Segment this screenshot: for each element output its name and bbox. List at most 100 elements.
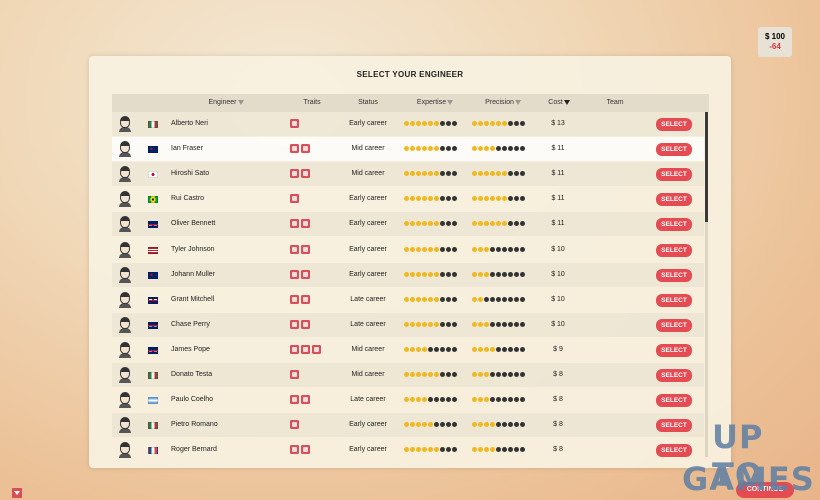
select-button[interactable]: SELECT [656, 343, 692, 357]
person-trait-icon[interactable] [290, 420, 299, 430]
select-button[interactable]: SELECT [656, 394, 692, 408]
select-button[interactable]: SELECT [656, 268, 692, 282]
thumb-trait-icon[interactable] [301, 169, 310, 179]
select-button[interactable]: SELECT [656, 318, 692, 332]
expertise-rating [404, 447, 457, 453]
chart-trait-icon[interactable] [301, 219, 310, 229]
expertise-dot [416, 196, 421, 202]
engineer-name: Alberto Neri [171, 120, 208, 127]
engineer-name: Chase Perry [171, 320, 210, 328]
car-trait-icon[interactable] [290, 194, 299, 204]
scrollbar-thumb[interactable] [705, 112, 708, 222]
cost-value: $ 11 [551, 170, 565, 178]
precision-column-header[interactable]: Precision [480, 94, 526, 112]
thumb-trait-icon[interactable] [301, 395, 310, 405]
status-label: Early career [349, 195, 387, 203]
table-row[interactable]: Hiroshi Sato Mid career $ 11 SELECT [112, 162, 704, 187]
expertise-dot [446, 146, 451, 152]
expertise-dot [440, 321, 445, 327]
thumb-trait-icon[interactable] [290, 445, 299, 455]
thumb-trait-icon[interactable] [301, 244, 310, 254]
precision-dot [496, 246, 501, 252]
wrench-trait-icon[interactable] [290, 144, 299, 154]
precision-dot [496, 196, 501, 202]
expertise-dot [404, 422, 409, 428]
gear-trait-icon[interactable] [301, 319, 310, 329]
case-trait-icon[interactable] [290, 244, 299, 254]
precision-dot [472, 146, 477, 152]
engineer-column-header[interactable]: Engineer [204, 94, 248, 112]
expertise-dot [410, 346, 415, 352]
select-button[interactable]: SELECT [656, 218, 692, 232]
precision-rating [472, 171, 525, 177]
thumb-trait-icon[interactable] [290, 344, 299, 354]
wrench-trait-icon[interactable] [290, 119, 299, 128]
table-row[interactable]: Johann Muller Early career $ 10 SELECT [112, 262, 704, 287]
expertise-dot [440, 121, 445, 126]
gear-trait-icon[interactable] [290, 294, 299, 304]
table-row[interactable]: Oliver Bennett Early career $ 11 SELECT [112, 212, 704, 237]
expertise-dot [410, 422, 415, 428]
table-row[interactable]: Donato Testa Mid career $ 8 SELECT [112, 363, 704, 387]
select-button[interactable]: SELECT [656, 243, 692, 257]
select-button[interactable]: SELECT [656, 143, 692, 157]
precision-dot [502, 296, 507, 302]
precision-dot [508, 121, 513, 126]
table-row[interactable]: James Pope Mid career $ 9 SELECT [112, 338, 704, 362]
back-arrow-icon[interactable] [12, 488, 22, 498]
table-row[interactable]: Ian Fraser Mid career $ 11 SELECT [112, 137, 704, 162]
precision-dot [508, 146, 513, 152]
money-amount: $ 100 [764, 32, 786, 41]
expertise-dot [422, 196, 427, 202]
table-row[interactable]: Paulo Coelho Late career $ 8 SELECT [112, 388, 704, 412]
table-row[interactable]: Pietro Romano Early career $ 8 SELECT [112, 413, 704, 438]
expertise-dot [440, 422, 445, 428]
car-trait-icon[interactable] [290, 169, 299, 179]
select-button[interactable]: SELECT [656, 193, 692, 207]
scrollbar[interactable] [705, 112, 708, 457]
table-row[interactable]: Tyler Johnson Early career $ 10 SELECT [112, 238, 704, 262]
precision-dot [484, 121, 489, 126]
flag-italy-icon [148, 372, 158, 379]
precision-dot [484, 346, 489, 352]
expertise-rating [404, 221, 457, 227]
case-trait-icon[interactable] [290, 395, 299, 405]
traits-list [290, 244, 310, 255]
expertise-dot [452, 372, 457, 377]
select-button[interactable]: SELECT [656, 168, 692, 182]
table-row[interactable]: Alberto Neri Early career $ 13 SELECT [112, 112, 704, 136]
sort-icon [514, 99, 521, 105]
select-button[interactable]: SELECT [656, 369, 692, 382]
expertise-dot [422, 321, 427, 327]
table-row[interactable]: Chase Perry Late career $ 10 SELECT [112, 312, 704, 337]
expertise-dot [416, 246, 421, 252]
table-row[interactable]: Rui Castro Early career $ 11 SELECT [112, 187, 704, 211]
select-button[interactable]: SELECT [656, 293, 692, 307]
car-trait-icon[interactable] [301, 144, 310, 154]
expertise-column-header[interactable]: Expertise [412, 94, 458, 112]
select-button[interactable]: SELECT [656, 118, 692, 131]
case-trait-icon[interactable] [301, 344, 310, 354]
wrench-trait-icon[interactable] [290, 370, 299, 379]
expertise-dot [416, 346, 421, 352]
case-trait-icon[interactable] [301, 445, 310, 455]
doc-trait-icon[interactable] [301, 269, 310, 279]
car-trait-icon[interactable] [290, 219, 299, 229]
expertise-dot [434, 271, 439, 277]
status-label: Early career [349, 421, 387, 429]
table-row[interactable]: Roger Bernard Early career $ 8 SELECT [112, 438, 704, 462]
cost-column-header[interactable]: Cost [544, 94, 574, 112]
bulb-trait-icon[interactable] [312, 344, 321, 354]
precision-dot [520, 196, 525, 202]
traits-list [290, 144, 310, 154]
precision-dot [508, 447, 513, 453]
expertise-dot [452, 422, 457, 428]
table-row[interactable]: Grant Mitchell Late career $ 10 SELECT [112, 288, 704, 312]
case-trait-icon[interactable] [290, 269, 299, 279]
chart-trait-icon[interactable] [301, 294, 310, 304]
status-label: Late career [350, 320, 386, 328]
car-trait-icon[interactable] [290, 319, 299, 329]
precision-dot [472, 447, 477, 453]
expertise-dot [452, 346, 457, 352]
precision-rating [472, 422, 525, 428]
